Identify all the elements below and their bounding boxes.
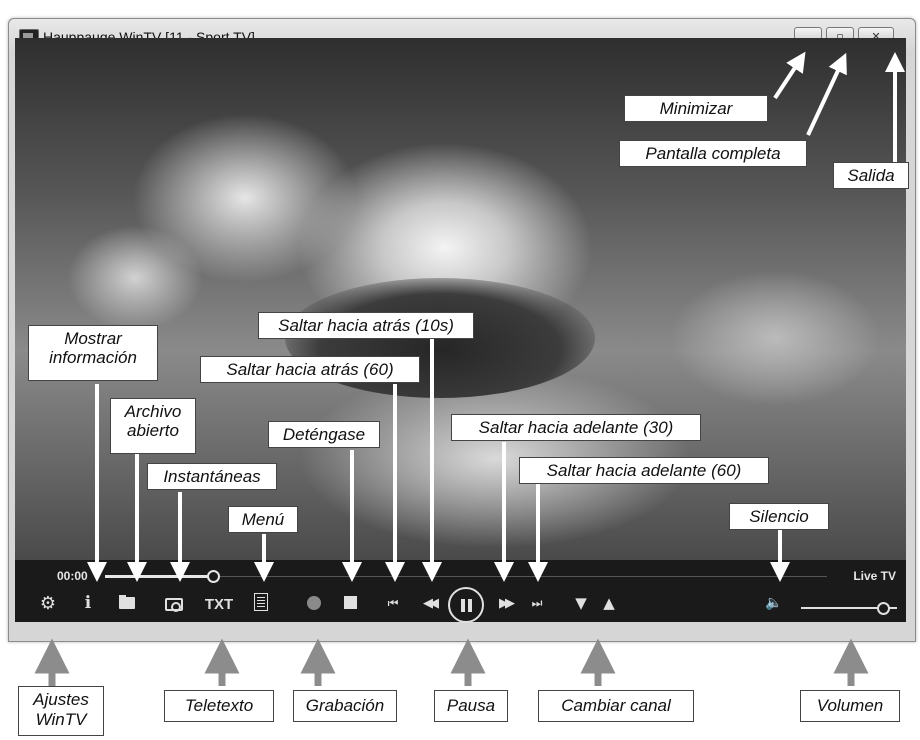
callout-volumen: Volumen <box>800 690 900 722</box>
callout-ajustes-line2: WinTV <box>35 710 87 729</box>
control-bar: 00:00 Live TV ⚙ ℹ TXT ⏮ ◀◀ ▶▶ ⏭ ▼ ▲ 🔈 <box>15 560 906 623</box>
open-folder-icon[interactable] <box>117 594 137 611</box>
info-icon[interactable]: ℹ <box>77 592 99 614</box>
callout-mostrar-line2: información <box>49 348 137 367</box>
callout-mostrar-informacion: Mostrar información <box>28 325 158 381</box>
callout-grabacion: Grabación <box>293 690 397 722</box>
skip-back-icon[interactable]: ⏮ <box>383 593 403 613</box>
elapsed-time: 00:00 <box>57 569 88 583</box>
callout-saltar-adelante-30: Saltar hacia adelante (30) <box>451 414 701 441</box>
callout-archivo-line2: abierto <box>127 421 179 440</box>
seek-handle[interactable] <box>207 570 221 583</box>
callout-ajustes-wintv: Ajustes WinTV <box>18 686 104 736</box>
callout-pantalla-completa: Pantalla completa <box>619 140 807 167</box>
callout-archivo-abierto: Archivo abierto <box>110 398 196 454</box>
settings-gear-icon[interactable]: ⚙ <box>37 592 59 614</box>
record-icon[interactable] <box>307 596 321 610</box>
callout-menu: Menú <box>228 506 298 533</box>
teletext-button[interactable]: TXT <box>201 594 237 614</box>
stop-icon[interactable] <box>344 596 357 609</box>
callout-mostrar-line1: Mostrar <box>64 329 122 348</box>
seek-progress <box>105 575 214 578</box>
rewind-icon[interactable]: ◀◀ <box>417 593 441 613</box>
snapshot-camera-icon[interactable] <box>163 594 185 612</box>
pause-button[interactable] <box>448 587 484 623</box>
callout-teletexto: Teletexto <box>164 690 274 722</box>
fast-forward-icon[interactable]: ▶▶ <box>493 593 517 613</box>
speaker-icon[interactable]: 🔈 <box>764 593 784 613</box>
channel-down-icon[interactable]: ▼ <box>571 594 591 612</box>
callout-saltar-atras-60: Saltar hacia atrás (60) <box>200 356 420 383</box>
channel-up-icon[interactable]: ▲ <box>599 594 619 612</box>
callout-minimizar: Minimizar <box>624 95 768 122</box>
callout-instantaneas: Instantáneas <box>147 463 277 490</box>
callout-saltar-adelante-60: Saltar hacia adelante (60) <box>519 457 769 484</box>
skip-forward-icon[interactable]: ⏭ <box>527 593 547 613</box>
callout-silencio: Silencio <box>729 503 829 530</box>
callout-cambiar-canal: Cambiar canal <box>538 690 694 722</box>
callout-ajustes-line1: Ajustes <box>33 690 89 709</box>
volume-handle[interactable] <box>876 602 890 615</box>
callout-archivo-line1: Archivo <box>124 402 182 421</box>
callout-salida: Salida <box>833 162 909 189</box>
live-tv-label: Live TV <box>853 569 896 583</box>
callout-pausa: Pausa <box>434 690 508 722</box>
callout-detengase: Deténgase <box>268 421 380 448</box>
callout-saltar-atras-10: Saltar hacia atrás (10s) <box>258 312 474 339</box>
menu-list-icon[interactable] <box>253 592 269 612</box>
